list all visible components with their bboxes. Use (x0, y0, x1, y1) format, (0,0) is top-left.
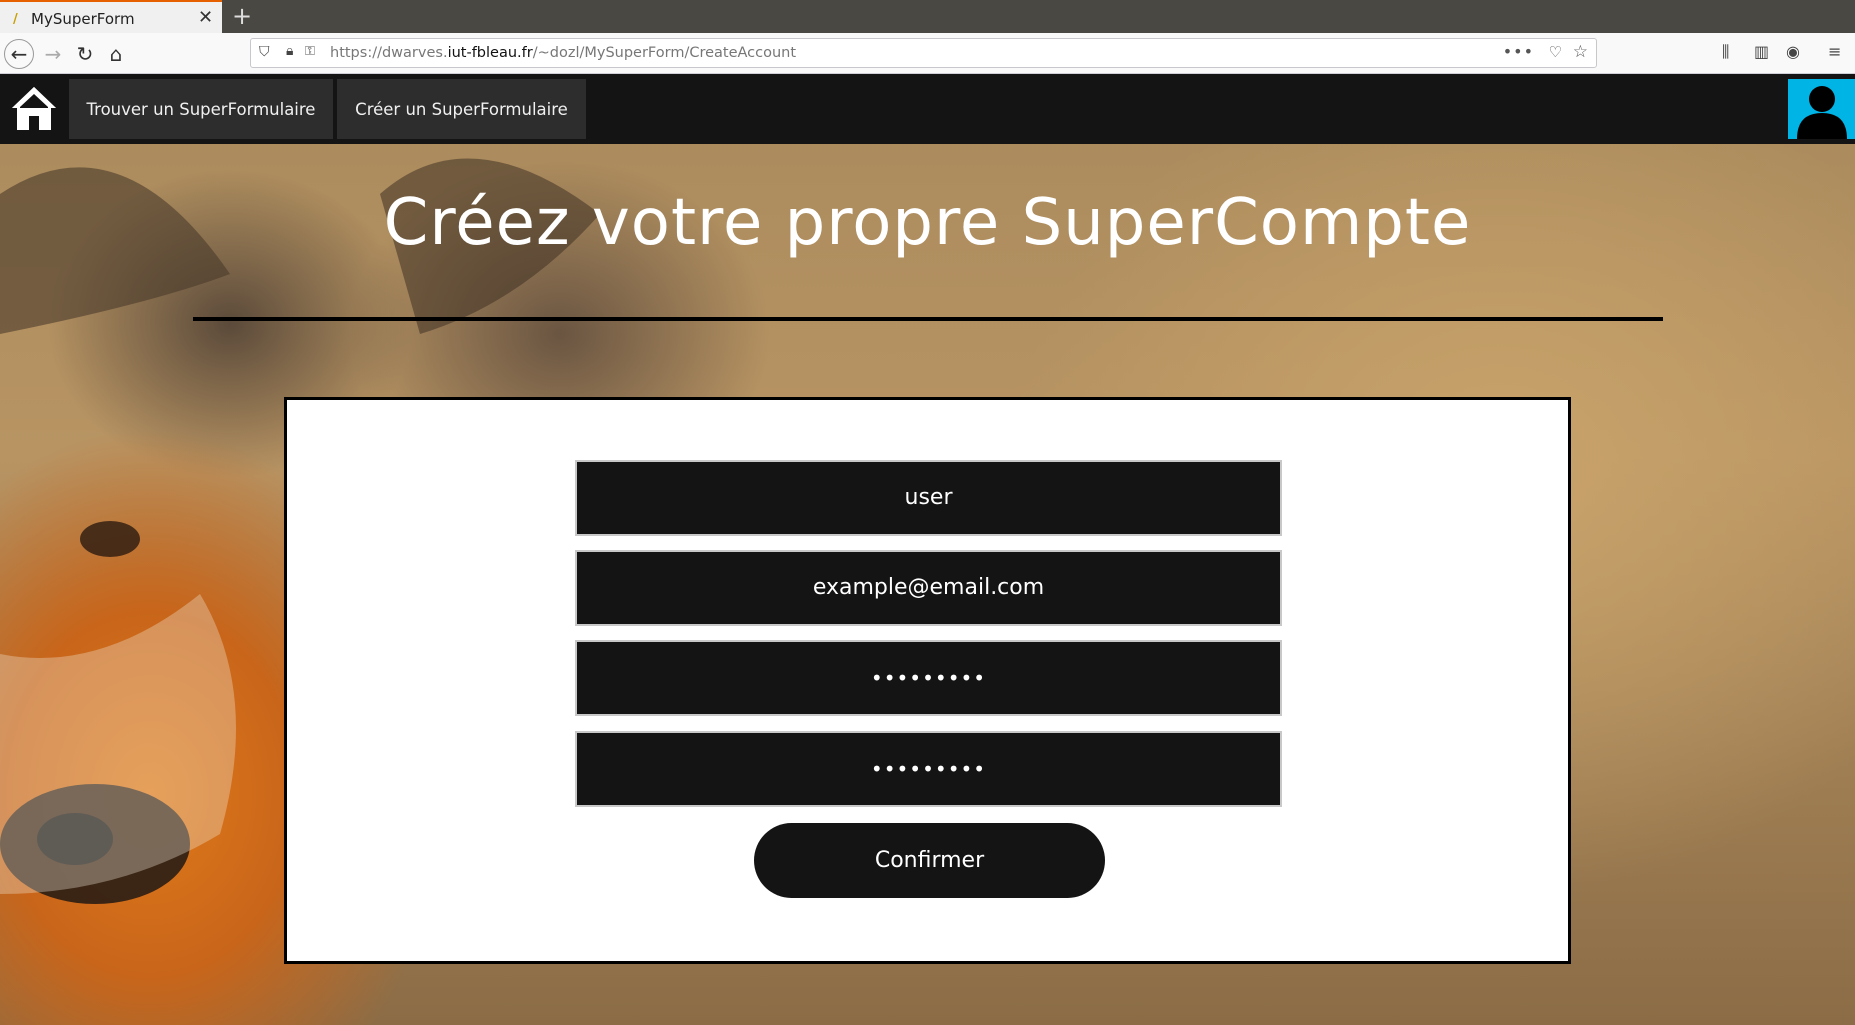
tab-strip: / MySuperForm ✕ + (0, 0, 1855, 33)
back-icon[interactable]: ← (4, 39, 34, 69)
nav-create-form[interactable]: Créer un SuperFormulaire (337, 79, 586, 139)
lock-icon[interactable]: 🔒︎ (286, 43, 293, 59)
url-text[interactable]: https://dwarves.iut-fbleau.fr/~dozl/MySu… (330, 45, 796, 61)
browser-toolbar: ← → ↻ ⌂ ⛉ 🔒︎ ⚿ https://dwarves.iut-fblea… (0, 33, 1855, 74)
sidebar-icon[interactable]: ▥ (1754, 42, 1769, 61)
email-field[interactable]: example@email.com (575, 550, 1282, 626)
address-bar[interactable]: ⛉ 🔒︎ ⚿ https://dwarves.iut-fbleau.fr/~do… (250, 38, 1597, 68)
tab-title: MySuperForm (31, 10, 135, 28)
site-navbar: Trouver un SuperFormulaire Créer un Supe… (0, 74, 1855, 144)
forward-icon[interactable]: → (38, 39, 68, 69)
confirm-button[interactable]: Confirmer (754, 823, 1105, 898)
user-icon (1796, 86, 1847, 139)
reload-icon[interactable]: ↻ (70, 39, 100, 69)
house-icon (12, 87, 56, 130)
page-background: Trouver un SuperFormulaire Créer un Supe… (0, 74, 1855, 1025)
key-icon[interactable]: ⚿ (305, 44, 315, 59)
pocket-icon[interactable]: ♡ (1549, 43, 1562, 61)
page-actions-icon[interactable]: ••• (1503, 42, 1534, 61)
site-home-button[interactable] (6, 80, 62, 136)
username-field[interactable]: user (575, 460, 1282, 536)
library-icon[interactable]: ⫼ (1722, 42, 1729, 62)
title-divider (193, 317, 1663, 321)
close-tab-icon[interactable]: ✕ (198, 7, 213, 28)
browser-tab[interactable]: / MySuperForm ✕ (0, 0, 222, 33)
favicon-icon: / (13, 12, 18, 27)
bookmark-star-icon[interactable]: ☆ (1573, 42, 1588, 62)
shield-icon[interactable]: ⛉ (259, 44, 270, 60)
confirm-password-field[interactable]: ••••••••• (575, 731, 1282, 807)
new-tab-icon[interactable]: + (232, 2, 252, 30)
create-account-form: user example@email.com ••••••••• •••••••… (284, 397, 1571, 964)
home-icon[interactable]: ⌂ (101, 39, 131, 69)
user-avatar-button[interactable] (1788, 79, 1855, 139)
page-title: Créez votre propre SuperCompte (383, 186, 1472, 260)
menu-icon[interactable]: ≡ (1828, 42, 1841, 61)
nav-find-form[interactable]: Trouver un SuperFormulaire (69, 79, 333, 139)
password-field[interactable]: ••••••••• (575, 640, 1282, 716)
account-icon[interactable]: ◉ (1786, 42, 1800, 61)
